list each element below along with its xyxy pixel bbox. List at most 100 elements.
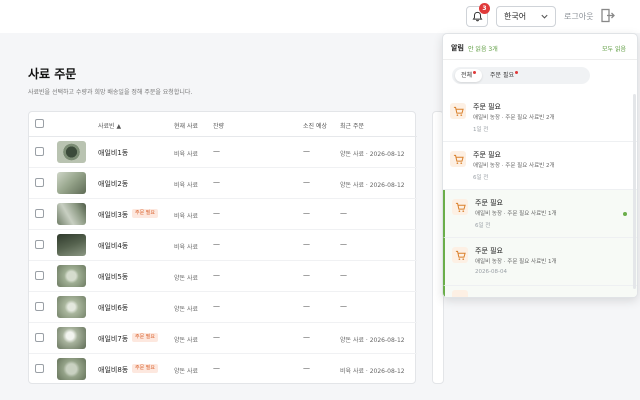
bin-name: 애일비5동 — [98, 273, 129, 281]
table-row[interactable]: 애일비2동 비육 사료 — — 양돈 사료 · 2026-08-12 — [29, 168, 417, 199]
remaining: — — [213, 178, 220, 186]
recent-order: 양돈 사료 · 2026-08-12 — [340, 151, 405, 158]
bin-photo — [57, 358, 86, 380]
notification-item-unread[interactable] — [443, 286, 637, 297]
remaining: — — [213, 147, 220, 155]
unread-dot — [623, 212, 627, 216]
order-needed-tag: 주문 필요 — [132, 209, 158, 218]
mark-all-read-button[interactable]: 모두 읽음 — [602, 44, 626, 53]
row-checkbox[interactable] — [35, 209, 44, 218]
select-all-checkbox[interactable] — [35, 119, 44, 128]
row-checkbox[interactable] — [35, 364, 44, 373]
recent-order: — — [340, 240, 347, 248]
column-header-recent-order: 최근 주문 — [340, 123, 364, 130]
table-row[interactable]: 애일비1동 비육 사료 — — 양돈 사료 · 2026-08-12 — [29, 137, 417, 168]
bin-photo — [57, 172, 86, 194]
notification-item-desc: 애일비 농장 · 주문 필요 사료빈 1개 — [475, 259, 557, 265]
bin-photo — [57, 141, 86, 163]
notification-dropdown: 알림 안 읽음 3개 모두 읽음 전체 주문 필요 주문 필요 애일비 농장 ·… — [442, 33, 638, 298]
bin-name: 애일비6동 — [98, 304, 129, 312]
tab-unread-dot — [515, 71, 518, 74]
tab-all[interactable]: 전체 — [455, 69, 483, 82]
order-needed-tag: 주문 필요 — [132, 364, 158, 373]
notification-item-unread[interactable]: 주문 필요 애일비 농장 · 주문 필요 사료빈 1개 6일 전 — [443, 190, 637, 238]
cart-icon — [452, 199, 468, 215]
table-header: 사료빈 ▲ 현재 사료 잔량 소진 예상 최근 주문 — [29, 112, 417, 137]
table-row[interactable]: 애일비8동 주문 필요 양돈 사료 — — 비육 사료 · 2026-08-12 — [29, 354, 417, 385]
remaining: — — [213, 271, 220, 279]
notification-item-unread[interactable]: 주문 필요 애일비 농장 · 주문 필요 사료빈 1개 2026-08-04 — [443, 238, 637, 286]
depletion: — — [303, 147, 310, 155]
order-needed-tag: 주문 필요 — [132, 333, 158, 342]
notification-item-title: 주문 필요 — [475, 247, 503, 255]
depletion: — — [303, 209, 310, 217]
row-checkbox[interactable] — [35, 178, 44, 187]
recent-order: — — [340, 271, 347, 279]
notification-item[interactable]: 주문 필요 애일비 농장 · 주문 필요 사료빈 2개 6일 전 — [443, 142, 637, 190]
table-row[interactable]: 애일비4동 비육 사료 — — — — [29, 230, 417, 261]
table-row[interactable]: 애일비3동 주문 필요 비육 사료 — — — — [29, 199, 417, 230]
current-feed: 비육 사료 — [174, 151, 198, 158]
notification-item-time: 1일 전 — [473, 127, 489, 133]
remaining: — — [213, 333, 220, 341]
current-feed: 양돈 사료 — [174, 306, 198, 313]
bin-name: 애일비1동 — [98, 149, 129, 157]
remaining: — — [213, 240, 220, 248]
table-row[interactable]: 애일비7동 주문 필요 양돈 사료 — — 양돈 사료 · 2026-08-12 — [29, 323, 417, 354]
row-checkbox[interactable] — [35, 240, 44, 249]
column-header-remaining: 잔량 — [213, 123, 225, 130]
recent-order: 양돈 사료 · 2026-08-12 — [340, 182, 405, 189]
notification-item-title: 주문 필요 — [475, 199, 503, 207]
tab-all-label: 전체 — [461, 72, 473, 79]
depletion: — — [303, 178, 310, 186]
bin-photo — [57, 234, 86, 256]
cart-icon — [452, 290, 468, 297]
tab-order-needed-label: 주문 필요 — [490, 72, 514, 79]
current-feed: 양돈 사료 — [174, 337, 198, 344]
tab-order-needed[interactable]: 주문 필요 — [484, 69, 524, 82]
notification-title: 알림 — [451, 44, 464, 52]
column-header-bin[interactable]: 사료빈 ▲ — [98, 121, 121, 130]
page-subtitle: 사료빈을 선택하고 수량과 희망 배송일을 정해 주문을 요청합니다. — [28, 89, 193, 96]
bin-name: 애일비8동 — [98, 366, 129, 374]
logout-icon[interactable] — [601, 8, 615, 23]
recent-order: 비육 사료 · 2026-08-12 — [340, 368, 405, 375]
current-feed: 양돈 사료 — [174, 275, 198, 282]
cart-icon — [450, 151, 466, 167]
current-feed: 비육 사료 — [174, 182, 198, 189]
top-bar: 3 한국어 로그아웃 — [0, 0, 640, 33]
table-row[interactable]: 애일비5동 양돈 사료 — — — — [29, 261, 417, 292]
depletion: — — [303, 240, 310, 248]
notification-item-desc: 애일비 농장 · 주문 필요 사료빈 2개 — [473, 163, 555, 169]
row-checkbox[interactable] — [35, 271, 44, 280]
depletion: — — [303, 364, 310, 372]
bin-photo — [57, 296, 86, 318]
notification-item[interactable]: 주문 필요 애일비 농장 · 주문 필요 사료빈 2개 1일 전 — [443, 94, 637, 142]
depletion: — — [303, 333, 310, 341]
current-feed: 양돈 사료 — [174, 368, 198, 375]
current-feed: 비육 사료 — [174, 244, 198, 251]
unread-count: 안 읽음 3개 — [468, 46, 498, 53]
notification-scrollbar[interactable] — [633, 94, 636, 289]
language-value: 한국어 — [504, 12, 527, 21]
language-select[interactable]: 한국어 — [496, 6, 556, 27]
tab-unread-dot — [473, 71, 477, 74]
notification-count-badge: 3 — [479, 3, 490, 14]
bin-name: 애일비4동 — [98, 242, 129, 250]
column-header-depletion: 소진 예상 — [303, 123, 327, 130]
column-header-current-feed: 현재 사료 — [174, 123, 198, 130]
bin-photo — [57, 265, 86, 287]
table-row[interactable]: 애일비6동 양돈 사료 — — — — [29, 292, 417, 323]
bin-name: 애일비7동 — [98, 335, 129, 343]
row-checkbox[interactable] — [35, 302, 44, 311]
notification-item-time: 2026-08-04 — [475, 269, 507, 275]
notification-item-title: 주문 필요 — [473, 103, 501, 111]
row-checkbox[interactable] — [35, 333, 44, 342]
recent-order: — — [340, 209, 347, 217]
remaining: — — [213, 364, 220, 372]
remaining: — — [213, 302, 220, 310]
logout-link[interactable]: 로그아웃 — [564, 11, 593, 22]
bin-name: 애일비2동 — [98, 180, 129, 188]
row-checkbox[interactable] — [35, 147, 44, 156]
depletion: — — [303, 302, 310, 310]
